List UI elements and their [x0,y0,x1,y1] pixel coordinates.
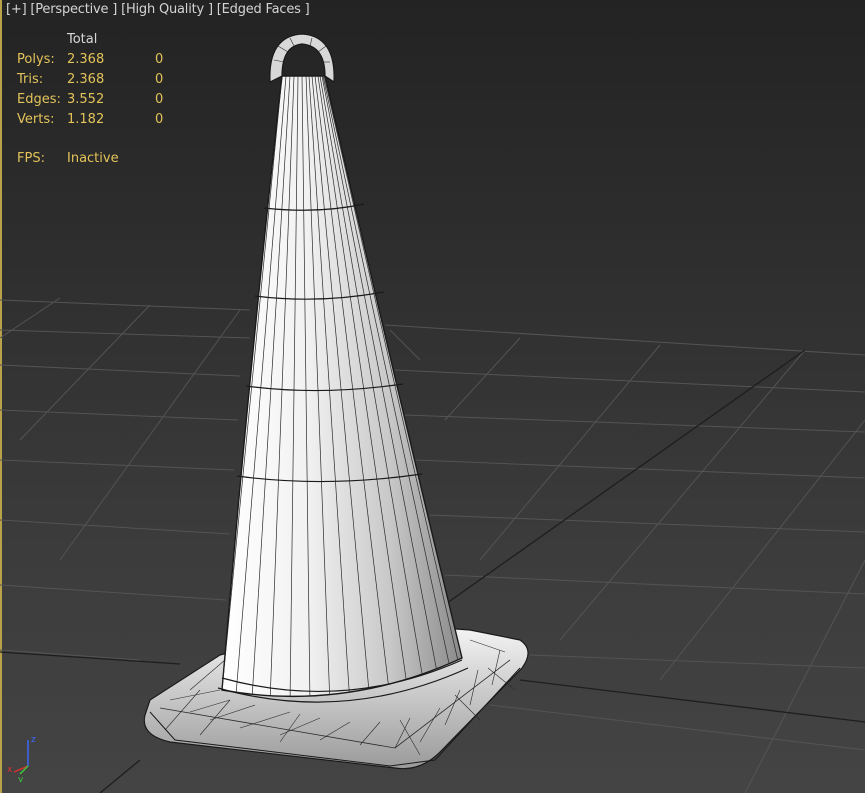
axis-x-label: x [7,765,13,775]
viewport-point-of-view-menu[interactable]: [Perspective ] [30,2,117,17]
stats-total: 3.552 [67,92,105,107]
viewport-general-menu[interactable]: [+] [6,2,27,17]
stats-total: 1.182 [67,112,105,127]
axis-tripod-icon: z x y [7,735,36,782]
axis-y-label: y [18,775,24,782]
stats-selected: 0 [155,112,164,127]
stats-total-header: Total [67,32,98,47]
fps-readout: FPS: Inactive [17,149,119,169]
cone-handle [269,33,335,84]
perspective-viewport[interactable]: [+] [Perspective ] [High Quality ] [Edge… [0,0,865,793]
stats-total: 2.368 [67,52,105,67]
traffic-cone-mesh [217,33,469,703]
viewport-scene[interactable] [0,0,865,793]
stats-label: Edges: [17,92,61,107]
stats-total: 2.368 [67,72,105,87]
stats-selected: 0 [155,72,164,87]
stats-selected: 0 [155,52,164,67]
stats-selected: 0 [155,92,164,107]
viewport-shading-menu[interactable]: [High Quality ] [121,2,213,17]
stats-label: Tris: [17,72,44,87]
fps-value: Inactive [67,151,119,166]
axis-z-label: z [31,735,36,745]
viewport-label-menu: [+] [Perspective ] [High Quality ] [Edge… [6,2,310,17]
stats-label: Polys: [17,52,55,67]
fps-label: FPS: [17,151,45,166]
stats-label: Verts: [17,112,55,127]
viewport-edged-faces-menu[interactable]: [Edged Faces ] [217,2,310,17]
